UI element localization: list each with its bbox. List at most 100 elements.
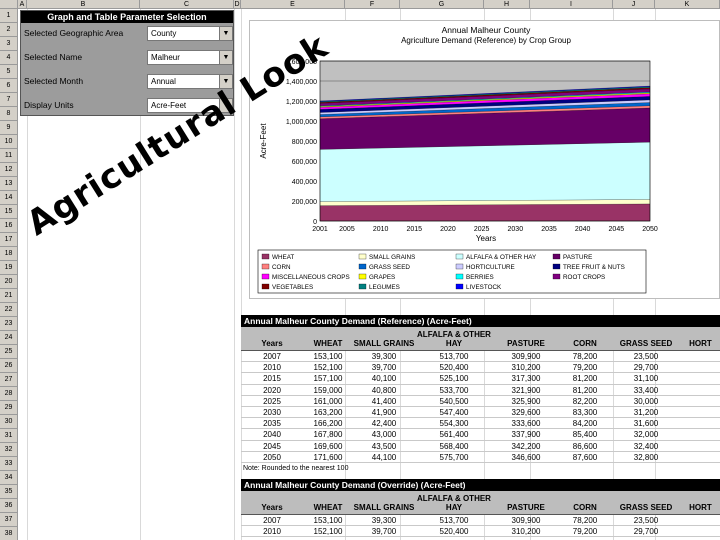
- select-all-corner[interactable]: [0, 0, 18, 9]
- table-cell[interactable]: 167,800: [303, 429, 353, 440]
- table-cell[interactable]: 568,400: [415, 441, 493, 452]
- table-cell[interactable]: 161,000: [303, 396, 353, 407]
- row-header[interactable]: 14: [0, 191, 18, 205]
- table-cell[interactable]: 337,900: [493, 429, 559, 440]
- column-header[interactable]: J: [613, 0, 655, 9]
- row-header[interactable]: 27: [0, 373, 18, 387]
- row-header[interactable]: 36: [0, 499, 18, 513]
- table-cell[interactable]: 561,400: [415, 429, 493, 440]
- row-header[interactable]: 6: [0, 79, 18, 93]
- table-cell[interactable]: 31,200: [611, 407, 681, 418]
- name-dropdown[interactable]: Malheur ▼: [147, 50, 233, 65]
- row-header[interactable]: 4: [0, 51, 18, 65]
- row-header[interactable]: 10: [0, 135, 18, 149]
- table-cell[interactable]: 163,200: [303, 407, 353, 418]
- row-header[interactable]: 38: [0, 527, 18, 540]
- row-header[interactable]: 32: [0, 443, 18, 457]
- column-header[interactable]: E: [241, 0, 345, 9]
- table-cell[interactable]: 39,300: [353, 351, 415, 362]
- table-cell[interactable]: 575,700: [415, 452, 493, 463]
- table-cell[interactable]: 152,100: [303, 362, 353, 373]
- table-cell[interactable]: 83,300: [559, 407, 611, 418]
- table-cell[interactable]: 513,700: [415, 515, 493, 526]
- column-header[interactable]: G: [400, 0, 484, 9]
- table-cell[interactable]: 78,200: [559, 351, 611, 362]
- column-header[interactable]: A: [18, 0, 27, 9]
- table-cell[interactable]: 29,700: [611, 362, 681, 373]
- area-series[interactable]: [319, 142, 651, 202]
- row-header[interactable]: 13: [0, 177, 18, 191]
- table-cell[interactable]: 85,400: [559, 429, 611, 440]
- table-cell[interactable]: 310,200: [493, 362, 559, 373]
- table-cell[interactable]: 309,900: [493, 515, 559, 526]
- table-cell[interactable]: 78,200: [559, 515, 611, 526]
- row-header[interactable]: 29: [0, 401, 18, 415]
- table-cell[interactable]: 81,200: [559, 385, 611, 396]
- row-header[interactable]: 26: [0, 359, 18, 373]
- table-cell[interactable]: 39,700: [353, 362, 415, 373]
- row-header[interactable]: 23: [0, 317, 18, 331]
- table-cell[interactable]: 32,400: [611, 441, 681, 452]
- row-header[interactable]: 17: [0, 233, 18, 247]
- table-cell[interactable]: 153,100: [303, 351, 353, 362]
- table-cell[interactable]: 82,200: [559, 396, 611, 407]
- table-cell[interactable]: 41,400: [353, 396, 415, 407]
- table-cell[interactable]: 166,200: [303, 418, 353, 429]
- table-cell[interactable]: 40,800: [353, 385, 415, 396]
- table-cell[interactable]: 2035: [241, 418, 303, 429]
- table-cell[interactable]: 2050: [241, 452, 303, 463]
- table-cell[interactable]: 2040: [241, 429, 303, 440]
- table-cell[interactable]: 346,600: [493, 452, 559, 463]
- column-header[interactable]: H: [484, 0, 530, 9]
- row-header[interactable]: 30: [0, 415, 18, 429]
- table-cell[interactable]: 520,400: [415, 526, 493, 537]
- table-cell[interactable]: 533,700: [415, 385, 493, 396]
- row-header[interactable]: 7: [0, 93, 18, 107]
- geographic-area-dropdown[interactable]: County ▼: [147, 26, 233, 41]
- table-cell[interactable]: 2045: [241, 441, 303, 452]
- table-cell[interactable]: 157,100: [303, 373, 353, 384]
- row-header[interactable]: 9: [0, 121, 18, 135]
- table-cell[interactable]: 79,200: [559, 526, 611, 537]
- row-header[interactable]: 12: [0, 163, 18, 177]
- table-cell[interactable]: 79,200: [559, 362, 611, 373]
- table-cell[interactable]: 40,100: [353, 373, 415, 384]
- table-cell[interactable]: 317,300: [493, 373, 559, 384]
- table-cell[interactable]: 2030: [241, 407, 303, 418]
- chevron-down-icon[interactable]: ▼: [219, 27, 232, 40]
- row-header[interactable]: 35: [0, 485, 18, 499]
- table-cell[interactable]: 171,600: [303, 452, 353, 463]
- table-cell[interactable]: 520,400: [415, 362, 493, 373]
- row-header[interactable]: 31: [0, 429, 18, 443]
- table-cell[interactable]: 84,200: [559, 418, 611, 429]
- table-cell[interactable]: 342,200: [493, 441, 559, 452]
- table-cell[interactable]: 152,100: [303, 526, 353, 537]
- table-cell[interactable]: 23,500: [611, 515, 681, 526]
- row-header[interactable]: 28: [0, 387, 18, 401]
- row-header[interactable]: 21: [0, 289, 18, 303]
- row-header[interactable]: 33: [0, 457, 18, 471]
- column-header[interactable]: I: [530, 0, 613, 9]
- table-cell[interactable]: 513,700: [415, 351, 493, 362]
- table-cell[interactable]: 39,300: [353, 515, 415, 526]
- row-header[interactable]: 3: [0, 37, 18, 51]
- row-header[interactable]: 19: [0, 261, 18, 275]
- table-cell[interactable]: 525,100: [415, 373, 493, 384]
- table-cell[interactable]: 33,400: [611, 385, 681, 396]
- table-cell[interactable]: 169,600: [303, 441, 353, 452]
- table-cell[interactable]: 2020: [241, 385, 303, 396]
- row-header[interactable]: 5: [0, 65, 18, 79]
- row-header[interactable]: 22: [0, 303, 18, 317]
- table-cell[interactable]: 39,700: [353, 526, 415, 537]
- table-cell[interactable]: 325,900: [493, 396, 559, 407]
- chevron-down-icon[interactable]: ▼: [219, 51, 232, 64]
- table-cell[interactable]: 333,600: [493, 418, 559, 429]
- table-cell[interactable]: 547,400: [415, 407, 493, 418]
- column-header[interactable]: D: [234, 0, 241, 9]
- row-header[interactable]: 34: [0, 471, 18, 485]
- table-cell[interactable]: 29,700: [611, 526, 681, 537]
- table-cell[interactable]: 2007: [241, 351, 303, 362]
- table-cell[interactable]: 2010: [241, 526, 303, 537]
- table-cell[interactable]: 159,000: [303, 385, 353, 396]
- table-cell[interactable]: 42,400: [353, 418, 415, 429]
